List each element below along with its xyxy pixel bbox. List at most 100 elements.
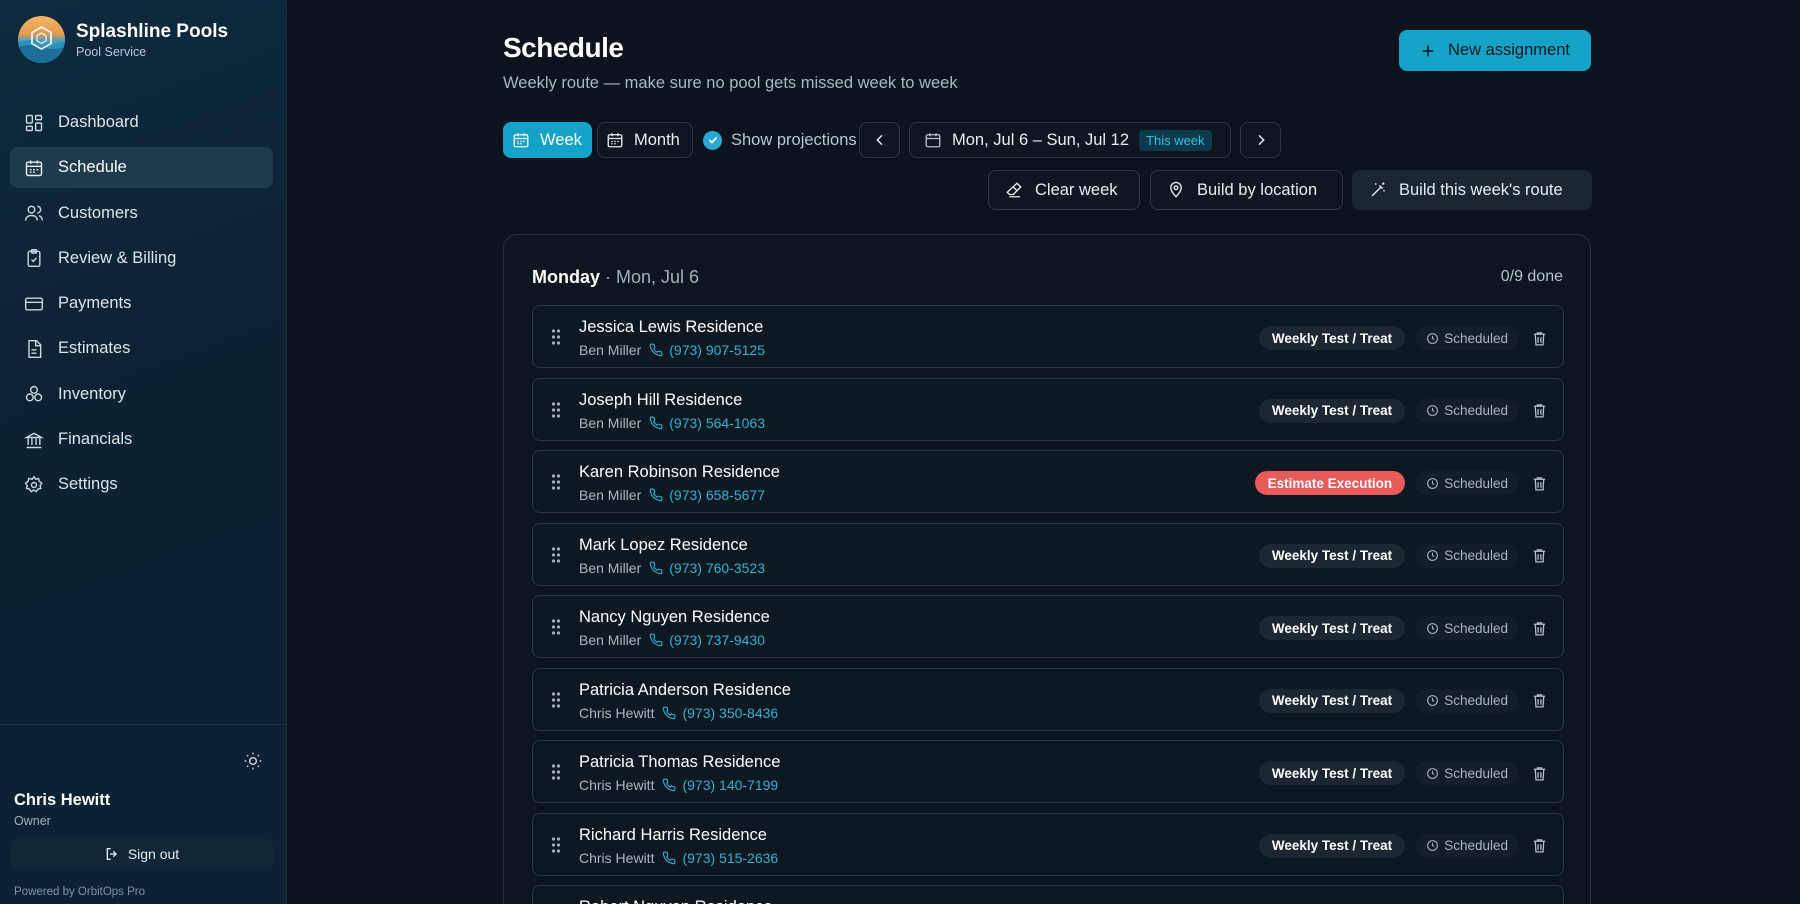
build-by-location-button[interactable]: Build by location <box>1150 170 1343 210</box>
brand[interactable]: Splashline Pools Pool Service <box>18 16 228 63</box>
sidebar-item-schedule[interactable]: Schedule <box>10 147 273 189</box>
date-range-picker[interactable]: Mon, Jul 6 – Sun, Jul 12 This week <box>909 122 1231 158</box>
delete-button[interactable] <box>1529 691 1549 711</box>
delete-button[interactable] <box>1529 763 1549 783</box>
show-projections-toggle[interactable]: Show projections <box>703 122 857 158</box>
drag-handle-icon[interactable] <box>551 618 561 636</box>
previous-week-button[interactable] <box>859 122 900 158</box>
delete-button[interactable] <box>1529 401 1549 421</box>
phone-icon <box>649 488 663 502</box>
status-badge: Scheduled <box>1415 398 1519 423</box>
sidebar-item-financials[interactable]: Financials <box>10 419 273 460</box>
service-type-badge: Weekly Test / Treat <box>1258 398 1406 423</box>
customer-name[interactable]: Joseph Hill Residence <box>579 391 742 410</box>
customer-name[interactable]: Richard Harris Residence <box>579 826 767 845</box>
theme-toggle-button[interactable] <box>241 749 265 773</box>
week-view-button[interactable]: Week <box>503 122 592 158</box>
sidebar-item-label: Schedule <box>58 158 127 177</box>
chevron-left-icon <box>875 134 883 146</box>
sidebar-item-label: Customers <box>58 203 138 222</box>
sidebar-item-review-billing[interactable]: Review & Billing <box>10 238 273 279</box>
assignment-row[interactable]: Joseph Hill Residence Ben Miller (973) 5… <box>532 377 1564 441</box>
technician-name: Ben Miller <box>579 632 642 648</box>
drag-handle-icon[interactable] <box>551 763 561 781</box>
assignment-row[interactable]: Richard Harris Residence Chris Hewitt (9… <box>532 812 1564 876</box>
assignment-tags: Weekly Test / Treat Scheduled <box>1258 326 1549 350</box>
drag-handle-icon[interactable] <box>551 836 561 854</box>
drag-handle-icon[interactable] <box>551 473 561 491</box>
drag-handle-icon[interactable] <box>551 546 561 564</box>
phone-number: (973) 760-3523 <box>669 559 765 576</box>
assignment-row[interactable]: Mark Lopez Residence Ben Miller (973) 76… <box>532 522 1564 586</box>
sun-icon <box>244 752 262 770</box>
delete-button[interactable] <box>1529 546 1549 566</box>
main-content: Schedule Weekly route — make sure no poo… <box>287 0 1800 904</box>
bank-icon <box>24 432 44 448</box>
sidebar-item-customers[interactable]: Customers <box>10 193 273 234</box>
checkbox-checked-icon[interactable] <box>703 130 722 150</box>
build-route-button[interactable]: Build this week's route <box>1352 170 1592 210</box>
assignment-row[interactable]: Patricia Anderson Residence Chris Hewitt… <box>532 667 1564 731</box>
phone-link[interactable]: (973) 737-9430 <box>649 632 765 648</box>
brand-name: Splashline Pools <box>76 20 229 42</box>
sidebar-item-estimates[interactable]: Estimates <box>10 328 273 369</box>
phone-icon <box>649 561 663 574</box>
month-label: Month <box>634 130 680 149</box>
build-route-label: Build this week's route <box>1399 180 1563 199</box>
sign-out-button[interactable]: Sign out <box>10 839 273 869</box>
month-view-button[interactable]: Month <box>597 122 693 158</box>
customer-name[interactable]: Nancy Nguyen Residence <box>579 608 770 627</box>
delete-button[interactable] <box>1529 618 1549 638</box>
assignment-row[interactable]: Patricia Thomas Residence Chris Hewitt (… <box>532 740 1564 803</box>
assignment-meta: Chris Hewitt (973) 515-2636 <box>579 850 778 866</box>
phone-link[interactable]: (973) 564-1063 <box>649 415 765 431</box>
customer-name[interactable]: Mark Lopez Residence <box>579 536 748 555</box>
drag-handle-icon[interactable] <box>551 328 561 346</box>
sidebar-item-dashboard[interactable]: Dashboard <box>10 102 273 143</box>
sidebar-item-label: Estimates <box>58 339 131 358</box>
drag-handle-icon[interactable] <box>551 691 561 709</box>
trash-icon <box>1533 621 1545 636</box>
assignment-row[interactable]: Robert Nguyen Residence Chris Hewitt Wee… <box>532 885 1564 904</box>
sidebar-item-payments[interactable]: Payments <box>10 283 273 324</box>
assignment-meta: Chris Hewitt (973) 350-8436 <box>579 705 778 721</box>
phone-link[interactable]: (973) 515-2636 <box>662 850 778 866</box>
clock-icon <box>1427 840 1439 851</box>
delete-button[interactable] <box>1529 836 1549 856</box>
customer-name[interactable]: Patricia Anderson Residence <box>579 681 791 700</box>
phone-link[interactable]: (973) 907-5125 <box>649 342 765 358</box>
next-week-button[interactable] <box>1240 122 1281 158</box>
clock-icon <box>1427 767 1439 779</box>
calendar-icon <box>513 133 529 148</box>
trash-icon <box>1533 839 1545 853</box>
calendar-icon <box>25 160 43 177</box>
clipboard-check-icon <box>27 249 41 268</box>
drag-handle-icon[interactable] <box>551 401 561 419</box>
customer-name[interactable]: Jessica Lewis Residence <box>579 318 763 337</box>
phone-link[interactable]: (973) 658-5677 <box>649 487 765 503</box>
service-type-badge: Weekly Test / Treat <box>1258 326 1406 350</box>
eraser-icon <box>1006 182 1022 198</box>
sidebar-item-inventory[interactable]: Inventory <box>10 374 273 415</box>
phone-link[interactable]: (973) 760-3523 <box>649 560 765 576</box>
clock-icon <box>1427 477 1439 489</box>
customer-name[interactable]: Karen Robinson Residence <box>579 463 780 482</box>
phone-link[interactable]: (973) 350-8436 <box>662 705 778 721</box>
calendar-icon <box>607 133 623 148</box>
sign-out-label: Sign out <box>127 846 180 862</box>
this-week-badge: This week <box>1139 129 1212 151</box>
delete-button[interactable] <box>1529 328 1549 348</box>
new-assignment-label: New assignment <box>1448 41 1570 59</box>
new-assignment-button[interactable]: New assignment <box>1399 30 1591 71</box>
delete-button[interactable] <box>1529 473 1549 493</box>
phone-link[interactable]: (973) 140-7199 <box>662 777 778 793</box>
sidebar-item-settings[interactable]: Settings <box>10 464 273 505</box>
assignment-row[interactable]: Jessica Lewis Residence Ben Miller (973)… <box>532 305 1564 368</box>
service-type-badge: Weekly Test / Treat <box>1258 761 1406 785</box>
customer-name[interactable]: Patricia Thomas Residence <box>579 753 780 772</box>
assignment-tags: Weekly Test / Treat Scheduled <box>1258 616 1549 640</box>
clear-week-button[interactable]: Clear week <box>988 170 1140 210</box>
assignment-row[interactable]: Karen Robinson Residence Ben Miller (973… <box>532 450 1564 513</box>
assignment-row[interactable]: Nancy Nguyen Residence Ben Miller (973) … <box>532 595 1564 658</box>
customer-name[interactable]: Robert Nguyen Residence <box>579 898 773 904</box>
